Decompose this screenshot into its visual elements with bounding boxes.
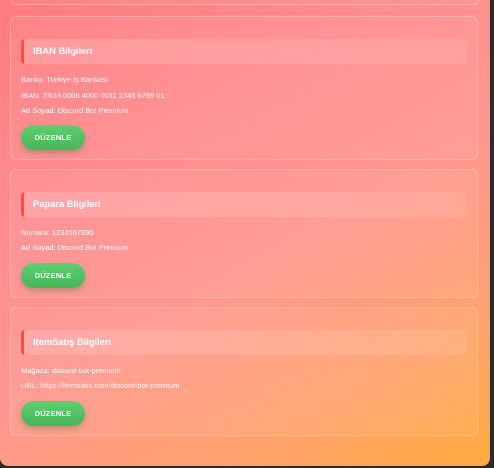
itemsatis-url: URL: https://itemsatis.com/discord-bot-p… xyxy=(21,381,180,390)
papara-edit-button[interactable]: DÜZENLE xyxy=(21,263,85,288)
papara-card: Papara Bilgileri Numara: 1234567890 Ad S… xyxy=(10,169,478,298)
iban-card: IBAN Bilgileri Banka: Türkiye İş Bankası… xyxy=(10,16,478,160)
papara-account-holder: Ad Soyad: Discord Bot Premium xyxy=(21,243,129,252)
iban-card-header: IBAN Bilgileri xyxy=(21,39,467,64)
payment-settings-panel: IBAN Bilgileri Banka: Türkiye İş Bankası… xyxy=(0,0,490,466)
previous-card-edge xyxy=(10,0,480,5)
itemsatis-card-title: ItemSatış Bilgileri xyxy=(33,337,111,348)
papara-number: Numara: 1234567890 xyxy=(21,228,94,237)
iban-edit-button[interactable]: DÜZENLE xyxy=(21,125,85,150)
papara-card-title: Papara Bilgileri xyxy=(33,199,101,210)
itemsatis-card-header: ItemSatış Bilgileri xyxy=(21,330,467,355)
iban-number: IBAN: TR33 0006 4000 0011 2345 6789 01 xyxy=(21,91,165,100)
iban-bank-name: Banka: Türkiye İş Bankası xyxy=(21,75,108,84)
itemsatis-card: ItemSatış Bilgileri Mağaza: discord-bot-… xyxy=(10,307,478,436)
itemsatis-edit-button[interactable]: DÜZENLE xyxy=(21,401,85,426)
itemsatis-store: Mağaza: discord-bot-premium xyxy=(21,366,121,375)
iban-account-holder: Ad Soyad: Discord Bot Premium xyxy=(21,106,129,115)
iban-card-title: IBAN Bilgileri xyxy=(33,46,93,57)
papara-card-header: Papara Bilgileri xyxy=(21,192,467,217)
